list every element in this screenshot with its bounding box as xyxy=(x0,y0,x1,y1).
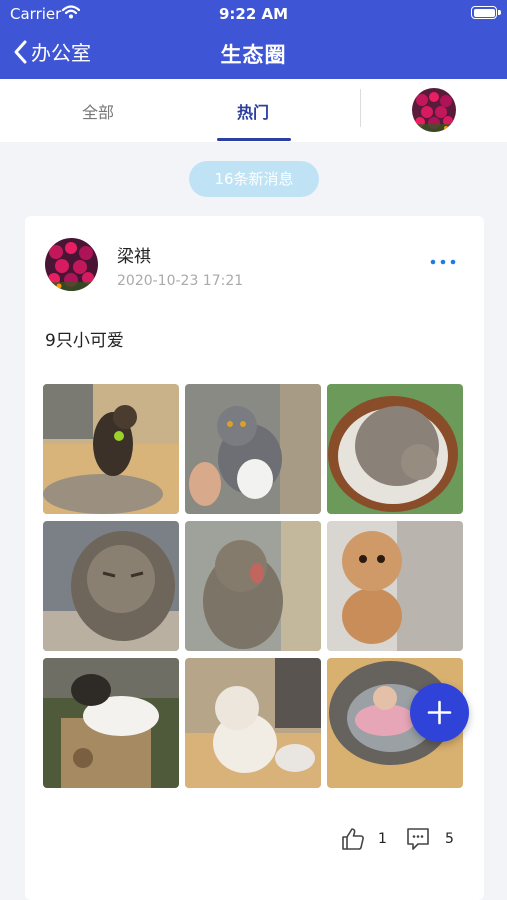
photo-thumbnail[interactable] xyxy=(43,384,179,514)
author-avatar[interactable] xyxy=(45,238,98,291)
user-avatar[interactable] xyxy=(412,88,456,132)
photo-thumbnail[interactable] xyxy=(327,384,463,514)
post-text: 9只小可爱 xyxy=(45,331,124,351)
app-header: Carrier 9:22 AM 办公室 生态圈 xyxy=(0,0,507,79)
thumbs-up-icon[interactable] xyxy=(340,826,366,856)
like-count: 1 xyxy=(378,831,387,847)
comment-count: 5 xyxy=(445,831,454,847)
more-options-button[interactable] xyxy=(429,254,457,270)
photo-thumbnail[interactable] xyxy=(185,521,321,651)
post-actions: 1 5 xyxy=(340,826,470,854)
more-dots-icon xyxy=(430,259,456,265)
add-post-button[interactable] xyxy=(410,683,469,742)
post-card: 梁祺 2020-10-23 17:21 9只小可爱 1 5 xyxy=(25,216,484,900)
active-tab-indicator xyxy=(217,138,291,141)
battery-icon xyxy=(471,6,501,19)
author-name: 梁祺 xyxy=(117,247,151,267)
photo-thumbnail[interactable] xyxy=(327,521,463,651)
new-messages-button[interactable]: 16条新消息 xyxy=(189,161,319,197)
tab-hot[interactable]: 热门 xyxy=(237,99,269,123)
photo-thumbnail[interactable] xyxy=(185,658,321,788)
comment-icon[interactable] xyxy=(405,826,431,856)
photo-thumbnail[interactable] xyxy=(43,658,179,788)
status-time: 9:22 AM xyxy=(218,5,289,23)
page-title: 生态圈 xyxy=(220,43,287,67)
photo-thumbnail[interactable] xyxy=(185,384,321,514)
post-timestamp: 2020-10-23 17:21 xyxy=(117,273,244,289)
tab-divider xyxy=(360,89,361,127)
plus-icon xyxy=(427,700,452,725)
tab-all[interactable]: 全部 xyxy=(82,99,114,123)
nav-bar: 办公室 生态圈 xyxy=(0,28,507,79)
photo-grid xyxy=(43,384,463,789)
status-bar: Carrier 9:22 AM xyxy=(0,0,507,28)
photo-thumbnail[interactable] xyxy=(43,521,179,651)
tab-bar: 全部 热门 xyxy=(0,79,507,142)
